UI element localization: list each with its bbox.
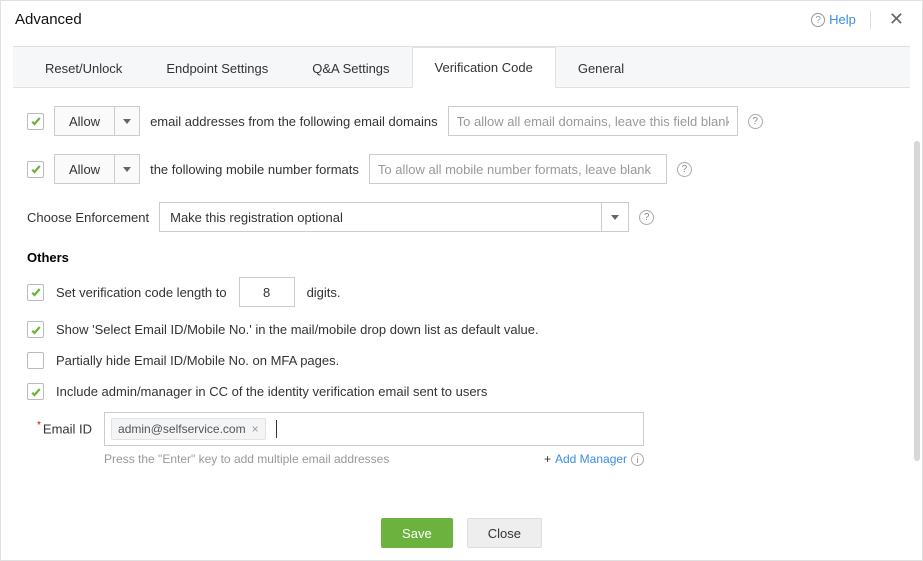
- email-domain-mode-select[interactable]: Allow: [54, 106, 140, 136]
- chevron-down-icon[interactable]: [114, 106, 140, 136]
- add-manager-link[interactable]: + Add Manager i: [544, 452, 644, 466]
- chip-remove-icon[interactable]: ×: [252, 422, 259, 436]
- others-heading: Others: [27, 250, 896, 265]
- email-domain-checkbox[interactable]: [27, 113, 44, 130]
- include-cc-checkbox[interactable]: [27, 383, 44, 400]
- info-icon[interactable]: i: [631, 453, 644, 466]
- mobile-format-mode-select[interactable]: Allow: [54, 154, 140, 184]
- chevron-down-icon[interactable]: [114, 154, 140, 184]
- save-button[interactable]: Save: [381, 518, 453, 548]
- mobile-format-checkbox[interactable]: [27, 161, 44, 178]
- scrollbar[interactable]: [914, 141, 920, 461]
- include-cc-label: Include admin/manager in CC of the ident…: [56, 384, 487, 399]
- close-icon[interactable]: ✕: [885, 9, 908, 30]
- emailid-input[interactable]: admin@selfservice.com ×: [104, 412, 644, 446]
- partial-hide-label: Partially hide Email ID/Mobile No. on MF…: [56, 353, 339, 368]
- show-default-label: Show 'Select Email ID/Mobile No.' in the…: [56, 322, 539, 337]
- email-domain-input[interactable]: [448, 106, 738, 136]
- info-icon[interactable]: ?: [639, 210, 654, 225]
- close-button[interactable]: Close: [467, 518, 542, 548]
- tab-qa-settings[interactable]: Q&A Settings: [290, 48, 411, 88]
- show-default-checkbox[interactable]: [27, 321, 44, 338]
- required-star: *: [37, 420, 41, 431]
- help-icon: ?: [811, 13, 825, 27]
- tab-reset-unlock[interactable]: Reset/Unlock: [23, 48, 144, 88]
- help-link[interactable]: ? Help: [811, 12, 856, 27]
- code-length-checkbox[interactable]: [27, 284, 44, 301]
- info-icon[interactable]: ?: [677, 162, 692, 177]
- chevron-down-icon[interactable]: [601, 202, 629, 232]
- enforcement-select[interactable]: Make this registration optional: [159, 202, 629, 232]
- emailid-hint: Press the "Enter" key to add multiple em…: [104, 452, 389, 466]
- tab-bar: Reset/Unlock Endpoint Settings Q&A Setti…: [13, 46, 910, 88]
- partial-hide-checkbox[interactable]: [27, 352, 44, 369]
- email-domain-label: email addresses from the following email…: [150, 114, 438, 129]
- mobile-format-label: the following mobile number formats: [150, 162, 359, 177]
- page-title: Advanced: [15, 11, 82, 28]
- text-cursor: [276, 420, 277, 438]
- info-icon[interactable]: ?: [748, 114, 763, 129]
- tab-general[interactable]: General: [556, 48, 646, 88]
- emailid-label: Email ID: [43, 421, 92, 436]
- tab-endpoint-settings[interactable]: Endpoint Settings: [144, 48, 290, 88]
- code-length-input[interactable]: [239, 277, 295, 307]
- tab-verification-code[interactable]: Verification Code: [412, 47, 556, 88]
- enforcement-label: Choose Enforcement: [27, 210, 149, 225]
- email-chip: admin@selfservice.com ×: [111, 418, 266, 440]
- mobile-format-input[interactable]: [369, 154, 667, 184]
